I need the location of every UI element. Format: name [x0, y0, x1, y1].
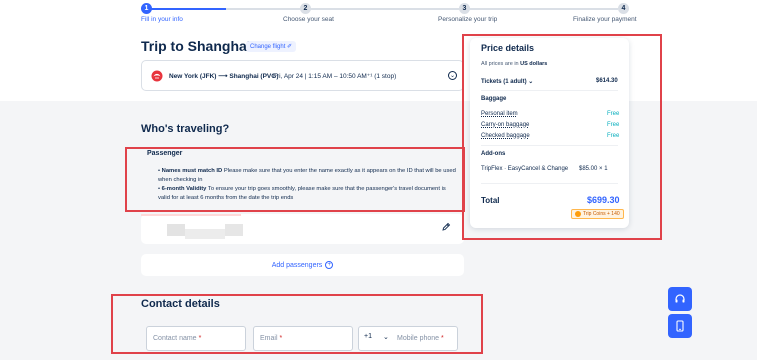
step-line [226, 8, 618, 10]
expand-chevron-icon[interactable]: ⌄ [448, 71, 457, 80]
airline-logo-icon [151, 70, 163, 82]
passenger-name-redacted [185, 229, 225, 239]
annotation-box [462, 34, 662, 240]
flight-route: New York (JFK) ⟶ Shanghai (PVG) [169, 73, 279, 80]
flight-summary-card[interactable]: New York (JFK) ⟶ Shanghai (PVG) Fri, Apr… [141, 60, 464, 91]
annotation-box [125, 147, 465, 212]
mobile-app-button[interactable] [668, 314, 692, 338]
edit-pencil-icon[interactable] [441, 222, 451, 232]
step-1-label: Fill in your info [141, 16, 183, 23]
headset-icon [675, 294, 685, 303]
step-1-dot: 1 [141, 3, 152, 14]
step-4-label: Finalize your payment [573, 16, 637, 23]
customer-support-button[interactable] [668, 287, 692, 311]
plus-circle-icon: + [325, 261, 334, 269]
add-passengers-button[interactable]: Add passengers + [141, 254, 464, 276]
passenger-card-accent [141, 214, 241, 216]
step-2-label: Choose your seat [283, 16, 334, 23]
step-3-dot: 3 [459, 3, 470, 14]
mobile-phone-icon [676, 320, 684, 332]
trip-title: Trip to Shanghai [141, 38, 251, 54]
passenger-name-redacted [167, 224, 185, 236]
change-flight-link[interactable]: Change flight ✐ [246, 41, 297, 52]
travelers-title: Who's traveling? [141, 123, 230, 135]
progress-stepper: 1 2 3 4 Fill in your info Choose your se… [0, 0, 757, 28]
step-3-label: Personalize your trip [438, 16, 498, 23]
annotation-box [111, 294, 483, 354]
step-2-dot: 2 [300, 3, 311, 14]
flight-time: Fri, Apr 24 | 1:15 AM – 10:50 AM⁺¹ (1 st… [273, 73, 397, 80]
step-line-active [146, 8, 226, 10]
add-passengers-label: Add passengers [271, 261, 323, 269]
step-4-dot: 4 [618, 3, 629, 14]
passenger-name-redacted [225, 224, 243, 236]
